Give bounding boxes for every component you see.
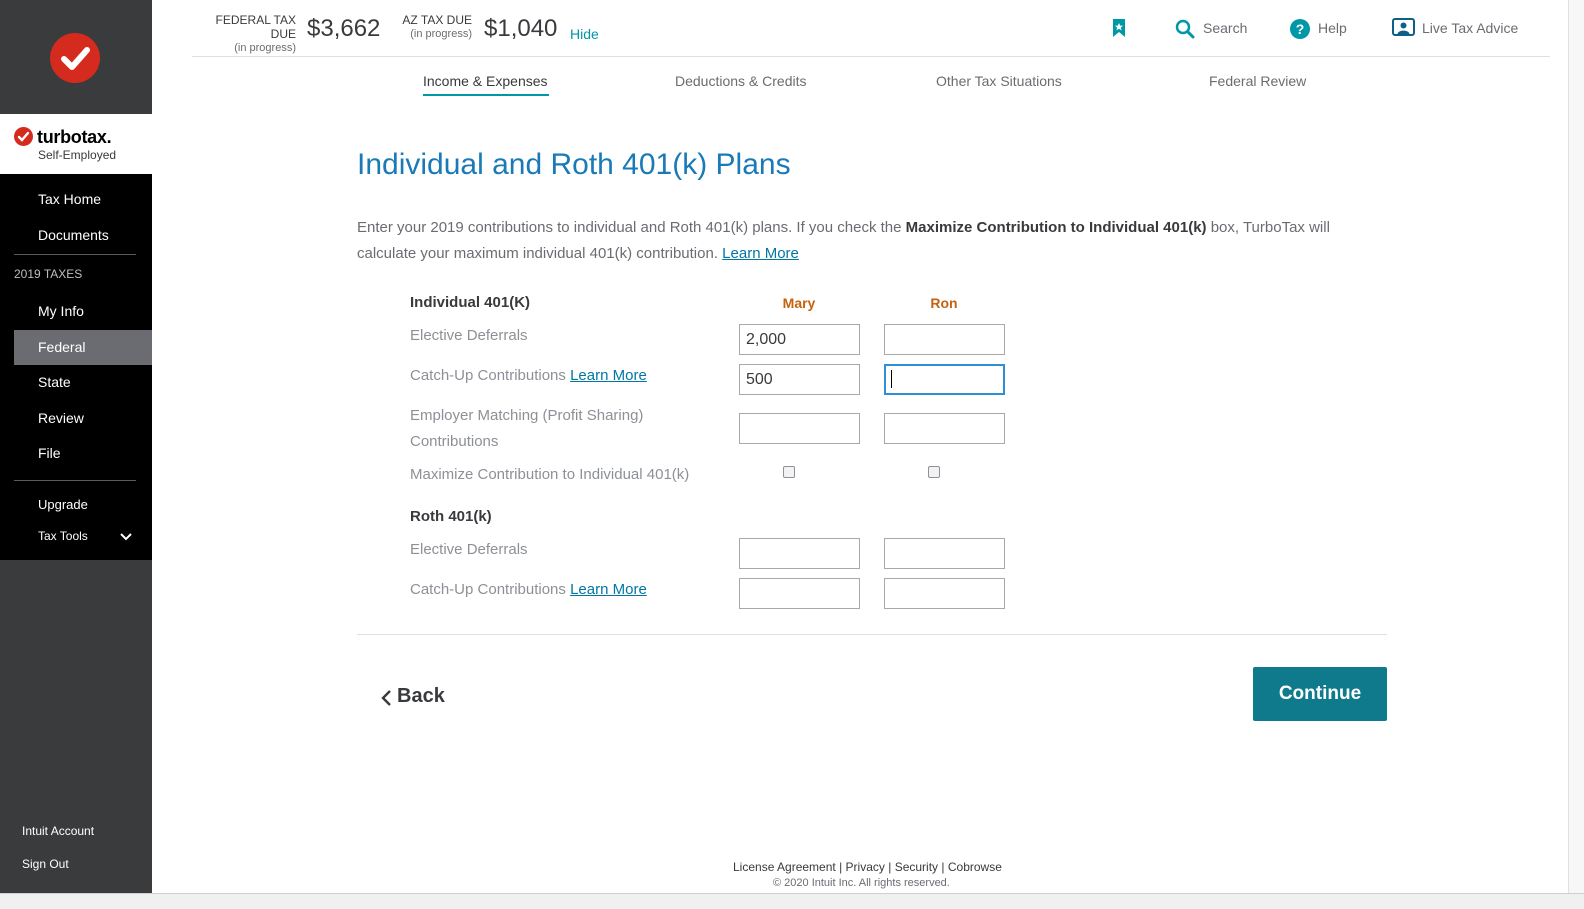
license-agreement-link[interactable]: License Agreement — [733, 860, 836, 874]
cobrowse-link[interactable]: Cobrowse — [948, 860, 1002, 874]
sidebar-item-review[interactable]: Review — [38, 410, 84, 426]
app-window: turbotax. Self-Employed Tax Home Documen… — [0, 0, 1584, 909]
sign-out-link[interactable]: Sign Out — [22, 857, 69, 871]
employer-matching-label-line2: Contributions — [410, 433, 499, 450]
copyright-text: © 2020 Intuit Inc. All rights reserved. — [773, 877, 950, 889]
catchup-contributions-row: Catch-Up Contributions Learn More — [410, 363, 647, 389]
ron-maximize-checkbox[interactable] — [928, 466, 940, 478]
search-button[interactable]: Search — [1203, 20, 1247, 36]
chevron-down-icon[interactable] — [120, 530, 132, 542]
logo-area — [0, 0, 152, 114]
help-icon[interactable]: ? — [1290, 19, 1310, 44]
federal-in-progress: (in progress) — [234, 42, 296, 54]
catchup-contributions-label: Catch-Up Contributions — [410, 367, 566, 384]
sidebar-divider — [14, 254, 136, 255]
intro-text: Enter your 2019 contributions to individ… — [357, 215, 1387, 267]
sidebar-item-tax-tools[interactable]: Tax Tools — [38, 529, 88, 543]
elective-deferrals-label: Elective Deferrals — [410, 327, 528, 344]
roth-catchup-learn-more-link[interactable]: Learn More — [570, 581, 647, 598]
ron-elective-deferrals-input[interactable] — [884, 324, 1005, 355]
brand-subtitle: Self-Employed — [38, 148, 117, 162]
page-title: Individual and Roth 401(k) Plans — [357, 148, 791, 181]
mary-roth-elective-input[interactable] — [739, 538, 860, 569]
sidebar-item-file[interactable]: File — [38, 445, 61, 461]
tab-federal-review[interactable]: Federal Review — [1209, 73, 1306, 89]
employer-matching-label-line1: Employer Matching (Profit Sharing) — [410, 407, 644, 424]
mary-employer-matching-input[interactable] — [739, 413, 860, 444]
chevron-left-icon[interactable] — [380, 689, 392, 712]
mary-elective-deferrals-input[interactable] — [739, 324, 860, 355]
federal-tax-due-label: FEDERAL TAX DUE — [215, 13, 296, 41]
mary-catchup-contributions-input[interactable] — [739, 364, 860, 395]
search-icon[interactable] — [1175, 19, 1195, 44]
sidebar-item-federal[interactable]: Federal — [38, 339, 85, 355]
roth-catchup-label: Catch-Up Contributions — [410, 581, 566, 598]
bookmark-icon[interactable] — [1111, 18, 1127, 43]
tab-deductions-credits[interactable]: Deductions & Credits — [675, 73, 807, 89]
window-bottom-edge — [0, 893, 1584, 909]
turbotax-mark-icon — [14, 127, 33, 146]
active-tab-indicator — [423, 94, 549, 96]
svg-text:?: ? — [1296, 21, 1305, 37]
ron-roth-catchup-input[interactable] — [884, 578, 1005, 609]
hide-link[interactable]: Hide — [570, 26, 599, 42]
footer-separator: | — [888, 860, 892, 874]
intro-bold-text: Maximize Contribution to Individual 401(… — [905, 219, 1207, 236]
maximize-contribution-label: Maximize Contribution to Individual 401(… — [410, 466, 690, 483]
state-tax-due-label: AZ TAX DUE — [402, 13, 472, 27]
ron-employer-matching-input[interactable] — [884, 413, 1005, 444]
roth-elective-deferrals-label: Elective Deferrals — [410, 541, 528, 558]
catchup-learn-more-link[interactable]: Learn More — [570, 367, 647, 384]
security-link[interactable]: Security — [895, 860, 938, 874]
state-tax-label: AZ TAX DUE (in progress) — [400, 13, 472, 41]
window-right-edge — [1568, 0, 1584, 893]
mary-maximize-checkbox[interactable] — [783, 466, 795, 478]
roth-catchup-row: Catch-Up Contributions Learn More — [410, 577, 647, 603]
tab-other-tax-situations[interactable]: Other Tax Situations — [936, 73, 1062, 89]
individual-401k-heading: Individual 401(K) — [410, 294, 531, 311]
state-tax-amount: $1,040 — [484, 15, 558, 42]
employer-matching-label: Employer Matching (Profit Sharing) Contr… — [410, 403, 643, 455]
sidebar-item-state[interactable]: State — [38, 374, 71, 390]
intuit-account-link[interactable]: Intuit Account — [22, 824, 94, 838]
sidebar-item-upgrade[interactable]: Upgrade — [38, 497, 88, 512]
privacy-link[interactable]: Privacy — [846, 860, 885, 874]
brand-name: turbotax. — [37, 127, 112, 147]
help-button[interactable]: Help — [1318, 20, 1347, 36]
header-divider — [192, 56, 1550, 57]
state-in-progress: (in progress) — [410, 28, 472, 40]
column-header-mary: Mary — [782, 295, 816, 311]
column-header-ron: Ron — [930, 295, 958, 311]
tab-income-expenses[interactable]: Income & Expenses — [423, 73, 548, 89]
roth-401k-heading: Roth 401(k) — [410, 508, 492, 525]
turbotax-check-logo-icon[interactable] — [50, 33, 100, 83]
intro-text-part: Enter your 2019 contributions to individ… — [357, 219, 906, 236]
ron-catchup-contributions-input[interactable] — [884, 364, 1005, 395]
sidebar-divider — [14, 480, 136, 481]
footer-links: License Agreement | Privacy | Security |… — [733, 860, 1002, 874]
live-tax-advice-button[interactable]: Live Tax Advice — [1422, 20, 1518, 36]
sidebar-item-documents[interactable]: Documents — [38, 227, 109, 243]
footer-separator: | — [839, 860, 843, 874]
federal-tax-label: FEDERAL TAX DUE (in progress) — [192, 13, 296, 55]
sidebar-section-label: 2019 TAXES — [14, 267, 83, 281]
continue-button[interactable]: Continue — [1253, 667, 1387, 721]
content-divider — [357, 634, 1387, 635]
text-cursor — [891, 370, 892, 388]
mary-roth-catchup-input[interactable] — [739, 578, 860, 609]
footer-separator: | — [941, 860, 945, 874]
federal-tax-amount: $3,662 — [307, 15, 381, 42]
live-advice-icon[interactable] — [1392, 18, 1415, 43]
back-button[interactable]: Back — [397, 685, 445, 708]
sidebar-item-my-info[interactable]: My Info — [38, 303, 84, 319]
learn-more-link[interactable]: Learn More — [722, 245, 799, 262]
sidebar-item-tax-home[interactable]: Tax Home — [38, 191, 101, 207]
ron-roth-elective-input[interactable] — [884, 538, 1005, 569]
